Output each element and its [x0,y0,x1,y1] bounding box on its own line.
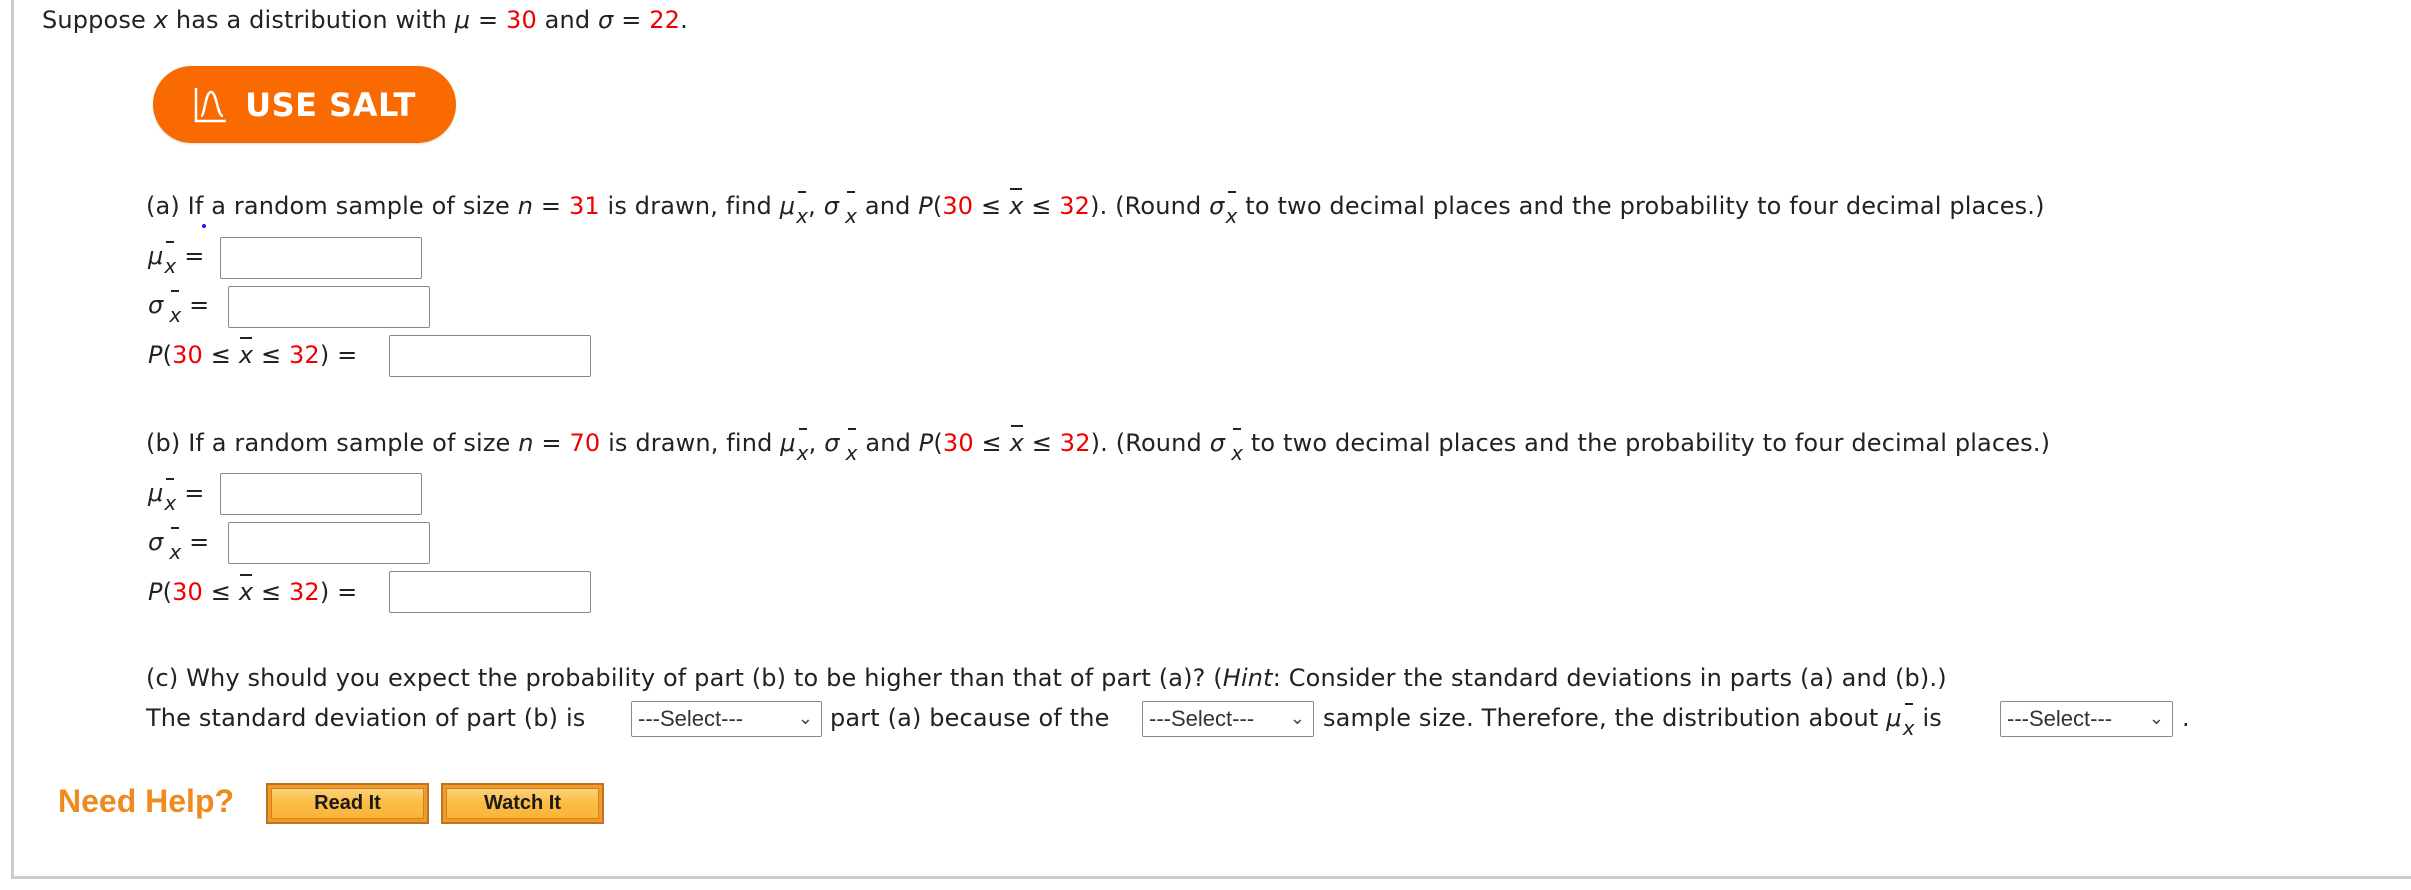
mu-xbar-label-b: μx = [148,478,204,515]
comparison-select[interactable]: ---Select--- ⌄ [631,701,822,737]
chevron-down-icon: ⌄ [2148,708,2164,728]
focus-indicator-dot [202,224,206,228]
part-c-line2-a: The standard deviation of part (b) is [146,704,586,732]
probability-input-a[interactable] [389,335,591,377]
sigma-xbar-label-a: σx = [148,290,209,327]
mu-value: 30 [506,6,537,34]
chevron-down-icon: ⌄ [1289,708,1305,728]
sigma-xbar-input-a[interactable] [228,286,430,328]
probability-label-b: P(30 ≤ x ≤ 32) = [148,574,358,606]
sigma-xbar-label-b: σx = [148,527,209,564]
sigma-value: 22 [649,6,681,34]
probability-label-a: P(30 ≤ x ≤ 32) = [148,337,358,369]
mu-xbar-input-b[interactable] [220,473,422,515]
part-c-line2-c: sample size. Therefore, the distribution… [1323,703,1942,740]
probability-input-b[interactable] [389,571,591,613]
read-it-button[interactable]: Read It [266,783,429,824]
chevron-down-icon: ⌄ [797,708,813,728]
sigma-xbar-input-b[interactable] [228,522,430,564]
watch-it-button[interactable]: Watch It [441,783,604,824]
part-c-line2-b: part (a) because of the [830,704,1110,732]
sample-size-b: 70 [569,429,601,457]
mu-xbar-label-a: μx = [148,241,204,278]
need-help-label: Need Help? [58,783,235,819]
sample-size-a: 31 [568,192,600,220]
part-c-question: (c) Why should you expect the probabilit… [146,664,1947,692]
distribution-select[interactable]: ---Select--- ⌄ [2000,701,2173,737]
sample-size-select[interactable]: ---Select--- ⌄ [1142,701,1314,737]
mu-xbar-input-a[interactable] [220,237,422,279]
problem-statement: Suppose x has a distribution with μ = 30… [42,6,688,34]
bell-curve-chart-icon [194,87,227,122]
part-a-question: (a) If a random sample of size n = 31 is… [146,188,2045,228]
use-salt-button[interactable]: USE SALT [153,66,456,143]
part-b-question: (b) If a random sample of size n = 70 is… [146,425,2050,465]
part-c-period: . [2182,704,2190,732]
